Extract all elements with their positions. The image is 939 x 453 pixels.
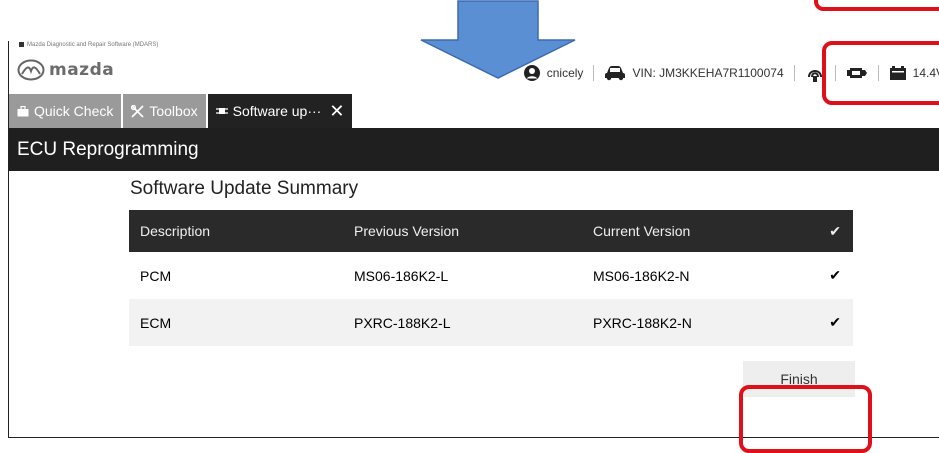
previous-version-cell: PXRC-188K2-L [354,314,451,331]
column-header: ✔ [829,222,841,239]
tools-icon [131,104,144,118]
divider [793,65,795,81]
tab-label: Quick Check [34,103,114,119]
table-row: PCM MS06-186K2-L MS06-186K2-N ✔ [129,252,853,299]
vin-label: VIN: JM3KKEHA7R1100074 [632,66,784,80]
tab-label: Toolbox [149,103,198,119]
highlight-box-top-corner [814,0,939,11]
page-title: ECU Reprogramming [9,128,939,171]
divider [593,65,595,81]
column-header: Description [140,223,211,239]
summary-title: Software Update Summary [130,178,359,199]
tab-bar: Quick Check Toolbox Software up··· ✕ [9,93,939,128]
status-check-icon: ✔ [829,314,841,330]
briefcase-icon [17,105,29,116]
description-cell: PCM [140,267,172,284]
previous-version-cell: MS06-186K2-L [354,267,449,284]
logo-text: mazda [49,60,115,80]
mazda-emblem-icon [17,59,45,81]
chip-icon [215,108,228,114]
tab-label: Software up··· [232,103,322,119]
down-arrow-annotation-icon [420,0,576,79]
current-version-cell: PXRC-188K2-N [593,314,692,331]
tab-quick-check[interactable]: Quick Check [9,94,122,128]
tab-software-update[interactable]: Software up··· ✕ [207,94,353,128]
software-update-table: Description Previous Version Current Ver… [129,210,853,346]
status-check-icon: ✔ [829,267,841,283]
vehicle-indicator[interactable]: VIN: JM3KKEHA7R1100074 [604,65,784,81]
highlight-box-finish [739,385,872,453]
car-icon [605,66,626,81]
description-cell: ECM [140,314,172,331]
column-header: Previous Version [354,223,460,239]
table-row: ECM PXRC-188K2-L PXRC-188K2-N ✔ [129,299,853,346]
highlight-box-status-icons [822,41,939,105]
tab-toolbox[interactable]: Toolbox [123,94,206,128]
close-tab-icon[interactable]: ✕ [329,101,344,122]
current-version-cell: MS06-186K2-N [593,267,690,284]
table-header-row: Description Previous Version Current Ver… [129,210,853,252]
window-title: Mazda Diagnostic and Repair Software (MD… [27,42,159,48]
mazda-logo: mazda [17,59,114,81]
column-header: Current Version [593,223,691,239]
